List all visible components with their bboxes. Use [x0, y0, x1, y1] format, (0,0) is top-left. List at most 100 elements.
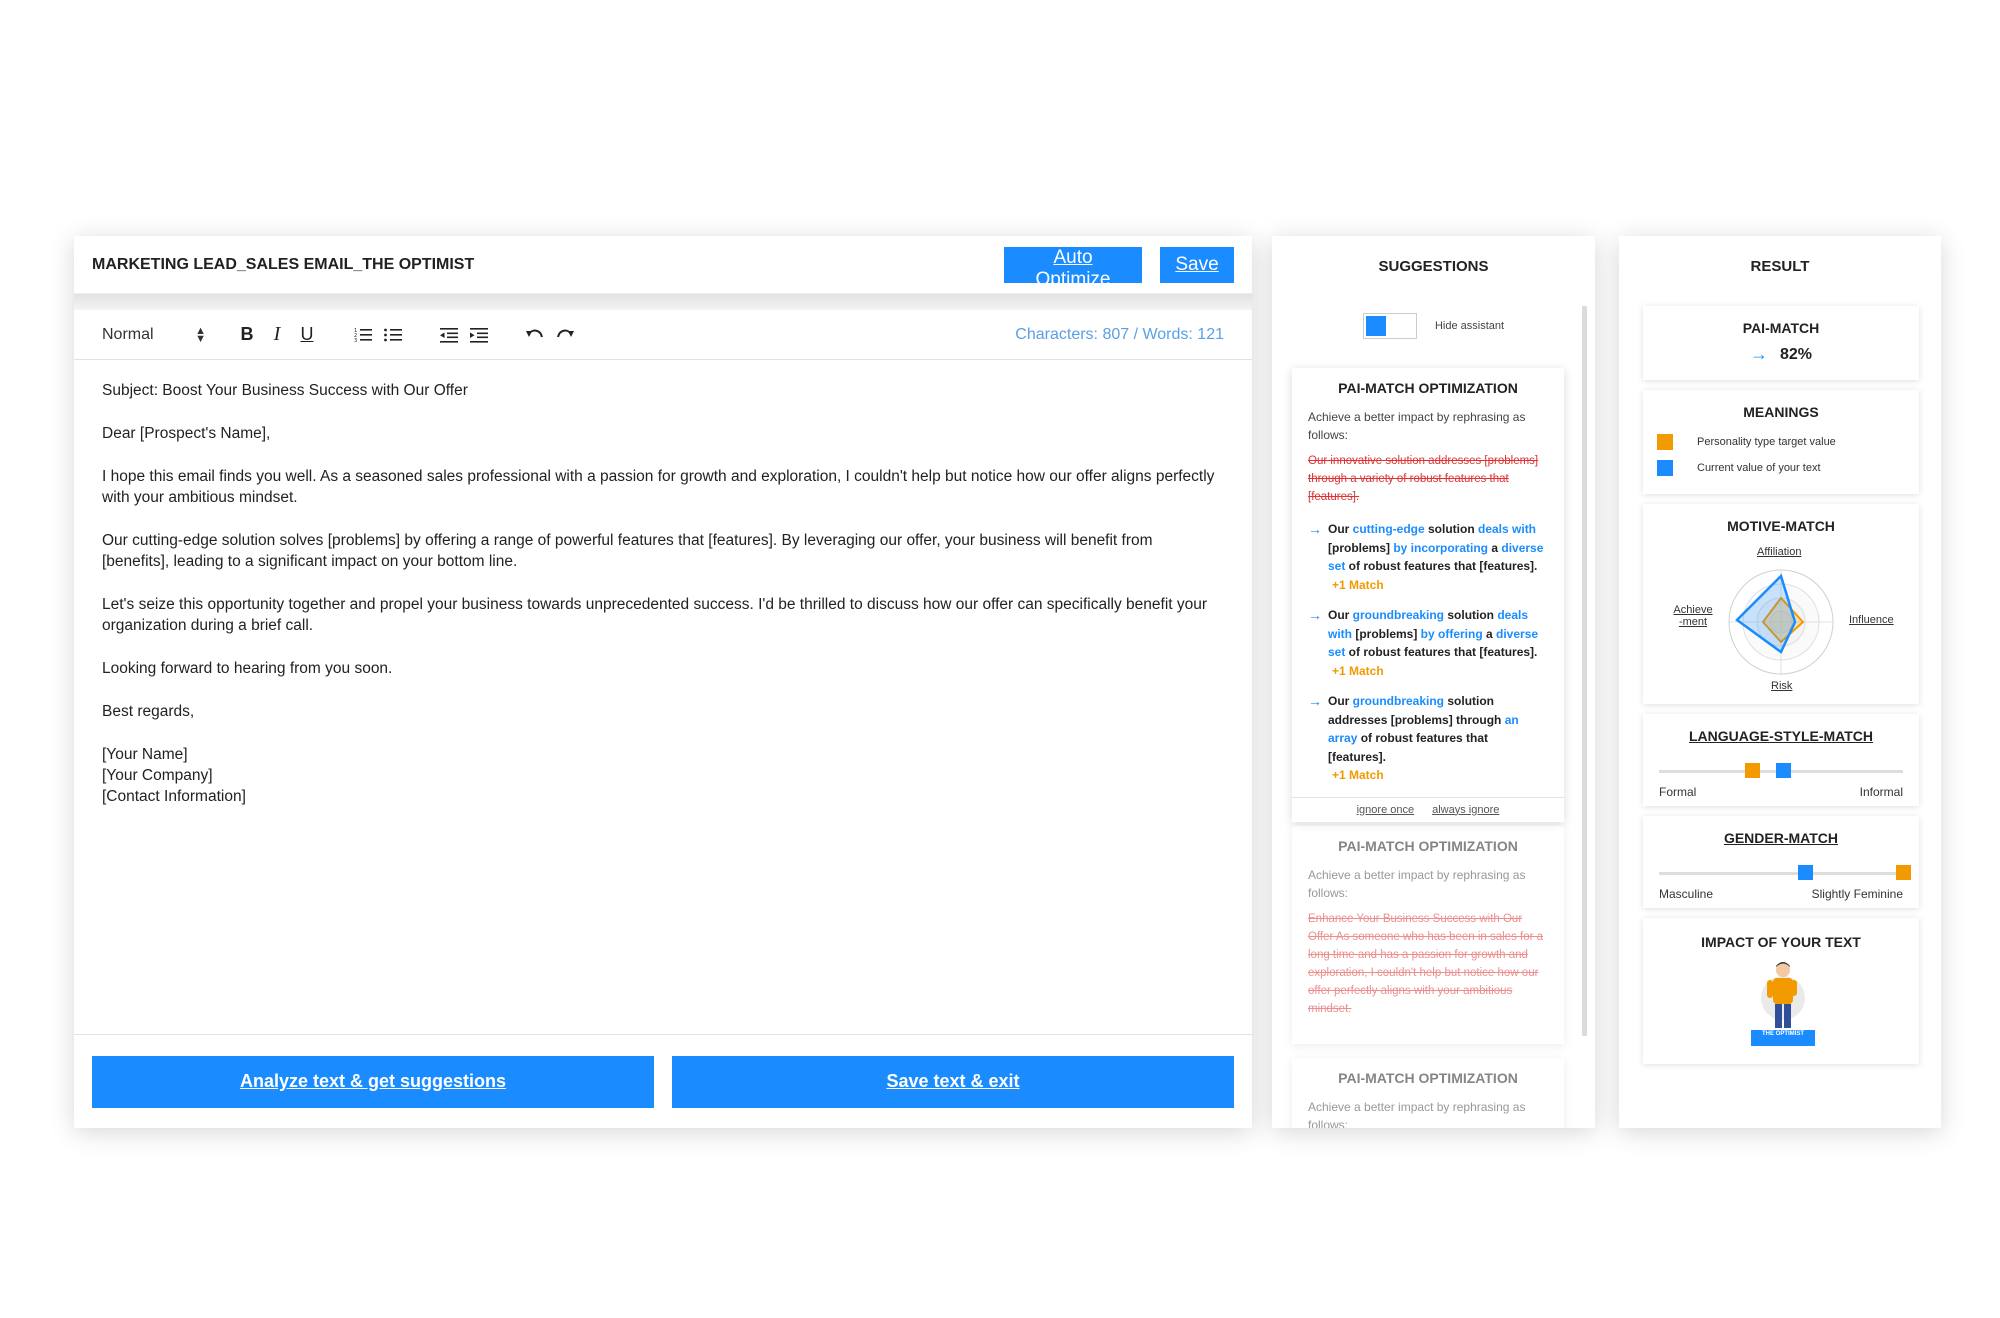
indent-button[interactable]: [464, 322, 494, 348]
email-paragraph: I hope this email finds you well. As a s…: [102, 468, 1215, 506]
informal-label: Informal: [1859, 785, 1903, 799]
suggestion-title: PAI-MATCH OPTIMIZATION: [1338, 380, 1518, 396]
email-paragraph: Best regards,: [102, 703, 195, 720]
suggestion-card[interactable]: PAI-MATCH OPTIMIZATION Achieve a better …: [1292, 1058, 1564, 1128]
suggestion-title: PAI-MATCH OPTIMIZATION: [1338, 838, 1518, 854]
alt-highlight: cutting-edge: [1352, 522, 1425, 536]
suggestions-scrollbar[interactable]: [1582, 306, 1587, 1036]
alt-text-part: solution: [1424, 522, 1478, 536]
gender-match-box: GENDER-MATCH Masculine Slightly Feminine: [1643, 816, 1919, 908]
gender-match-labels: Masculine Slightly Feminine: [1659, 887, 1903, 901]
indent-group: [434, 322, 494, 348]
hide-assistant-toggle[interactable]: [1362, 313, 1417, 339]
text-style-group: B I U: [232, 322, 322, 348]
save-exit-button[interactable]: Save text & exit: [672, 1055, 1234, 1108]
undo-button[interactable]: [520, 322, 550, 348]
alt-highlight: groundbreaking: [1352, 694, 1445, 708]
current-label: Current value of your text: [1697, 462, 1821, 474]
format-select-value: Normal: [102, 325, 154, 343]
history-group: [520, 322, 580, 348]
optimist-badge: THE OPTIMIST: [1762, 1031, 1804, 1037]
ignore-once-link[interactable]: ignore once: [1357, 804, 1415, 816]
save-button[interactable]: Save: [1160, 246, 1234, 283]
arrow-right-icon: →: [1308, 607, 1322, 623]
arrow-right-icon: →: [1749, 344, 1768, 364]
masculine-label: Masculine: [1659, 887, 1714, 901]
match-badge: +1 Match: [1332, 768, 1384, 782]
alternative-option[interactable]: → Our cutting-edge solution deals with […: [1308, 520, 1548, 594]
gender-match-slider: [1659, 865, 1911, 880]
impact-title: IMPACT OF YOUR TEXT: [1701, 934, 1861, 950]
alt-text-part: [problems]: [1328, 540, 1394, 555]
svg-text:3: 3: [354, 338, 357, 343]
match-badge: +1 Match: [1332, 577, 1384, 592]
email-paragraph: Let's seize this opportunity together an…: [102, 596, 1208, 634]
email-paragraph: Looking forward to hearing from you soon…: [102, 660, 393, 677]
radar-label-risk: Risk: [1771, 680, 1793, 692]
alt-text-part: Our: [1328, 694, 1353, 708]
alternative-text: Our groundbreaking solution deals with […: [1328, 606, 1548, 680]
email-paragraph: Our cutting-edge solution solves [proble…: [102, 532, 1153, 570]
list-group: 1 2 3: [348, 322, 408, 348]
alt-text-part: a: [1488, 540, 1502, 555]
alt-text-part: Our: [1328, 522, 1353, 536]
select-arrows-icon: ▲ ▼: [195, 324, 206, 345]
suggestion-actions: ignore once always ignore: [1292, 796, 1564, 822]
alt-text-part: of robust features that [features].: [1345, 559, 1538, 573]
outdent-button[interactable]: [434, 322, 464, 348]
bullet-list-button[interactable]: [378, 322, 408, 348]
bold-button[interactable]: B: [232, 322, 262, 348]
signature-line: [Your Company]: [102, 767, 213, 784]
redo-icon: [557, 329, 574, 337]
original-sentence: Enhance Your Business Success with Our O…: [1308, 913, 1544, 1015]
underline-button[interactable]: U: [292, 322, 322, 348]
redo-button[interactable]: [550, 322, 580, 348]
alt-highlight: groundbreaking: [1352, 608, 1445, 622]
alternative-text: Our groundbreaking solution addresses [p…: [1328, 692, 1548, 785]
italic-button[interactable]: I: [262, 322, 292, 348]
alt-text-part: [problems]: [1352, 626, 1421, 641]
editor-toolbar: Normal ▲ ▼ B I U 1 2 3 Characters: 807 /…: [74, 310, 1252, 360]
email-text-area[interactable]: Subject: Boost Your Business Success wit…: [74, 360, 1252, 1034]
slider-target-marker: [1744, 763, 1760, 778]
ordered-list-button[interactable]: 1 2 3: [348, 322, 378, 348]
legend-current: Current value of your text: [1643, 460, 1919, 476]
arrow-right-icon: →: [1308, 521, 1322, 537]
editor-action-bar: Analyze text & get suggestions Save text…: [74, 1034, 1252, 1128]
result-title: RESULT: [1750, 258, 1810, 275]
alternative-option[interactable]: → Our groundbreaking solution deals with…: [1308, 606, 1548, 680]
paragraph-format-select[interactable]: Normal ▲ ▼: [102, 324, 206, 345]
suggestion-card[interactable]: PAI-MATCH OPTIMIZATION Achieve a better …: [1292, 826, 1564, 1044]
undo-icon: [526, 329, 543, 337]
current-swatch: [1657, 460, 1673, 476]
gender-match-title: GENDER-MATCH: [1723, 830, 1839, 846]
always-ignore-link[interactable]: always ignore: [1432, 804, 1499, 816]
impact-box: IMPACT OF YOUR TEXT THE OPTIMIST: [1643, 918, 1919, 1064]
email-paragraph: Dear [Prospect's Name],: [102, 425, 271, 442]
slider-current-marker: [1798, 865, 1814, 880]
pai-match-box: PAI-MATCH → 82%: [1643, 306, 1919, 380]
ordered-list-icon: 1 2 3: [354, 328, 372, 343]
suggestion-card: PAI-MATCH OPTIMIZATION Achieve a better …: [1292, 368, 1564, 822]
radar-label-influence: Influence: [1849, 614, 1894, 626]
arrow-right-icon: →: [1308, 693, 1322, 709]
bullet-list-icon: [384, 328, 402, 341]
match-badge: +1 Match: [1332, 663, 1384, 678]
signature-line: [Your Name]: [102, 746, 188, 763]
auto-optimize-button[interactable]: Auto Optimize: [1004, 246, 1142, 290]
alternative-option[interactable]: → Our groundbreaking solution addresses …: [1308, 692, 1548, 785]
indent-icon: [470, 327, 488, 343]
slider-target-marker: [1896, 865, 1911, 880]
feminine-label: Slightly Feminine: [1811, 887, 1903, 901]
suggestions-panel: SUGGESTIONS Hide assistant PAI-MATCH OPT…: [1272, 236, 1595, 1128]
suggestion-description: Achieve a better impact by rephrasing as…: [1308, 1100, 1526, 1128]
editor-panel: MARKETING LEAD_SALES EMAIL_THE OPTIMIST …: [74, 236, 1252, 1128]
alt-highlight: by offering: [1420, 626, 1483, 641]
language-style-box: LANGUAGE-STYLE-MATCH Formal Informal: [1643, 714, 1919, 806]
editor-header: MARKETING LEAD_SALES EMAIL_THE OPTIMIST …: [74, 236, 1252, 294]
analyze-text-button[interactable]: Analyze text & get suggestions: [92, 1055, 654, 1108]
formal-label: Formal: [1659, 785, 1697, 799]
pai-match-value: 82%: [1779, 345, 1813, 363]
alt-text-part: a: [1482, 626, 1497, 641]
optimist-figure-icon: [1751, 962, 1815, 1046]
